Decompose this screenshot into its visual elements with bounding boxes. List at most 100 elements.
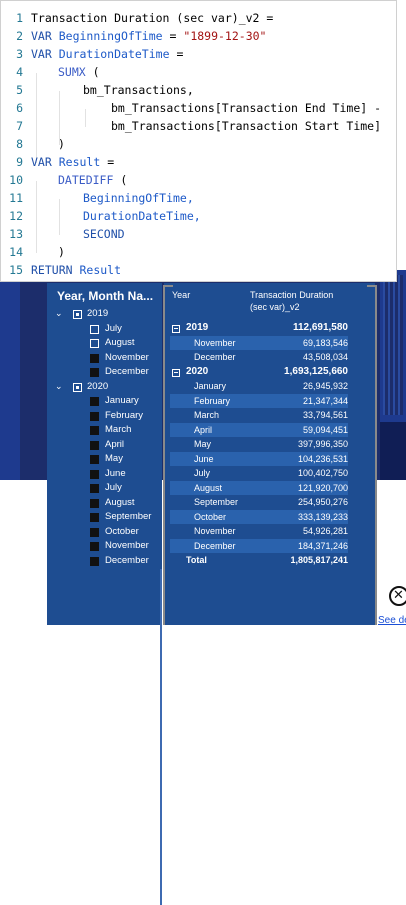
row-value: 54,926,281 [302, 526, 348, 536]
code-line[interactable]: 6 bm_Transactions[Transaction End Time] - [1, 99, 398, 117]
row-label: Total [186, 555, 207, 565]
row-label: February [194, 395, 231, 406]
month-checkbox[interactable] [90, 469, 99, 479]
code-line[interactable]: 7 bm_Transactions[Transaction Start Time] [1, 117, 398, 135]
month-checkbox[interactable] [90, 426, 99, 435]
slicer-scrollbar[interactable] [160, 569, 162, 905]
collapse-icon[interactable] [172, 325, 180, 333]
code-token: SECOND [83, 227, 125, 241]
row-label: June [194, 453, 214, 464]
code-token: bm_Transactions[Transaction End Time] - [111, 101, 382, 115]
code-line[interactable]: 14) [1, 243, 398, 261]
slicer-month-label[interactable]: May [105, 452, 123, 466]
row-label: December [194, 352, 236, 362]
code-line[interactable]: 5 bm_Transactions, [1, 81, 398, 99]
code-line[interactable]: 10 DATEDIFF ( [1, 171, 398, 189]
slicer-month-label[interactable]: July [105, 481, 122, 495]
code-line[interactable]: 11 BeginningOfTime, [1, 189, 398, 207]
table-row[interactable]: December 184,371,246 [170, 538, 348, 553]
matrix-header-year[interactable]: Year [172, 289, 190, 301]
month-checkbox[interactable] [90, 353, 99, 363]
slicer-month-label[interactable]: August [105, 496, 135, 510]
code-line[interactable]: 13 SECOND [1, 225, 398, 243]
background-dark-strip [380, 422, 406, 482]
table-row[interactable]: March 33,794,561 [170, 408, 348, 422]
code-line[interactable]: 2 VAR BeginningOfTime = "1899-12-30" [1, 27, 398, 45]
month-checkbox[interactable] [90, 556, 99, 566]
slicer-year-label[interactable]: 2019 [87, 307, 108, 321]
slicer-month-label[interactable]: October [105, 525, 139, 539]
code-text: DurationDateTime, [83, 207, 201, 225]
table-row[interactable]: November 54,926,281 [170, 524, 348, 538]
line-number: 14 [9, 245, 23, 259]
slicer-month-label[interactable]: January [105, 394, 139, 408]
table-row[interactable]: December 43,508,034 [170, 350, 348, 364]
line-number: 8 [16, 137, 23, 151]
table-row[interactable]: May 397,996,350 [170, 437, 348, 451]
code-line[interactable]: 9 VAR Result = [1, 153, 398, 171]
see-details-link[interactable]: See de [378, 615, 406, 626]
table-row[interactable]: August 121,920,700 [170, 480, 348, 495]
table-row[interactable]: October 333,139,233 [170, 509, 348, 524]
code-token: Result [58, 155, 101, 169]
row-label: 2019 [186, 322, 209, 333]
code-line[interactable]: 15 RETURN Result [1, 261, 398, 279]
code-line[interactable]: 12 DurationDateTime, [1, 207, 398, 225]
month-checkbox[interactable] [90, 513, 99, 522]
row-value: 397,996,350 [297, 439, 348, 449]
row-value: 1,805,817,241 [290, 555, 348, 565]
table-row[interactable]: April 59,094,451 [170, 422, 348, 437]
month-checkbox[interactable] [90, 397, 99, 406]
month-checkbox[interactable] [90, 498, 99, 508]
year-checkbox[interactable] [73, 310, 82, 319]
slicer-year-label[interactable]: 2020 [87, 380, 108, 394]
slicer-month-label[interactable]: December [105, 365, 149, 379]
slicer-month-label[interactable]: December [105, 554, 149, 568]
slicer-month-label[interactable]: March [105, 423, 131, 437]
chevron-down-icon[interactable]: ⌄ [55, 380, 65, 394]
slicer-month-label[interactable]: July [105, 322, 122, 336]
slicer-month-label[interactable]: August [105, 336, 135, 350]
matrix-total-row[interactable]: Total 1,805,817,241 [170, 553, 348, 567]
year-month-slicer[interactable]: Year, Month Na... ⌄ 2019 July August Novembe… [47, 283, 162, 905]
slicer-month-label[interactable]: November [105, 539, 149, 553]
month-checkbox[interactable] [90, 455, 99, 464]
month-checkbox[interactable] [90, 440, 99, 450]
month-checkbox[interactable] [90, 484, 99, 493]
matrix-group-row[interactable]: 2019 112,691,580 [170, 321, 348, 335]
matrix-header-measure[interactable]: Transaction Duration (sec var)_v2 [250, 289, 333, 313]
chevron-down-icon[interactable]: ⌄ [55, 307, 65, 321]
code-token: VAR [31, 155, 52, 169]
slicer-month-label[interactable]: April [105, 438, 124, 452]
table-row[interactable]: September 254,950,276 [170, 495, 348, 509]
table-row[interactable]: July 100,402,750 [170, 466, 348, 480]
background-stripes [383, 275, 403, 415]
code-line[interactable]: 4 SUMX ( [1, 63, 398, 81]
year-checkbox[interactable] [73, 382, 82, 392]
month-checkbox[interactable] [90, 368, 99, 377]
collapse-icon[interactable] [172, 368, 180, 377]
code-token: DATEDIFF [58, 173, 114, 187]
slicer-month-label[interactable]: June [105, 467, 126, 481]
month-checkbox[interactable] [90, 339, 99, 348]
matrix-group-row[interactable]: 2020 1,693,125,660 [170, 365, 348, 379]
code-line[interactable]: 1 Transaction Duration (sec var)_v2 = [1, 9, 398, 27]
table-row[interactable]: June 104,236,531 [170, 451, 348, 466]
table-row[interactable]: November 69,183,546 [170, 335, 348, 350]
row-value: 26,945,932 [302, 381, 348, 391]
month-checkbox[interactable] [90, 411, 99, 421]
slicer-month-label[interactable]: November [105, 351, 149, 365]
row-value: 100,402,750 [297, 468, 348, 478]
month-checkbox[interactable] [90, 542, 99, 551]
table-row[interactable]: January 26,945,932 [170, 379, 348, 393]
code-line[interactable]: 3 VAR DurationDateTime = [1, 45, 398, 63]
slicer-month-label[interactable]: February [105, 409, 143, 423]
code-line[interactable]: 8) [1, 135, 398, 153]
matrix-focus-corner-tr [367, 285, 377, 287]
table-row[interactable]: February 21,347,344 [170, 393, 348, 408]
month-checkbox[interactable] [90, 324, 99, 334]
dax-formula-editor[interactable]: 1 Transaction Duration (sec var)_v2 = 2 VAR… [0, 0, 397, 282]
month-checkbox[interactable] [90, 527, 99, 537]
slicer-month-label[interactable]: September [105, 510, 151, 524]
line-number: 13 [9, 227, 23, 241]
